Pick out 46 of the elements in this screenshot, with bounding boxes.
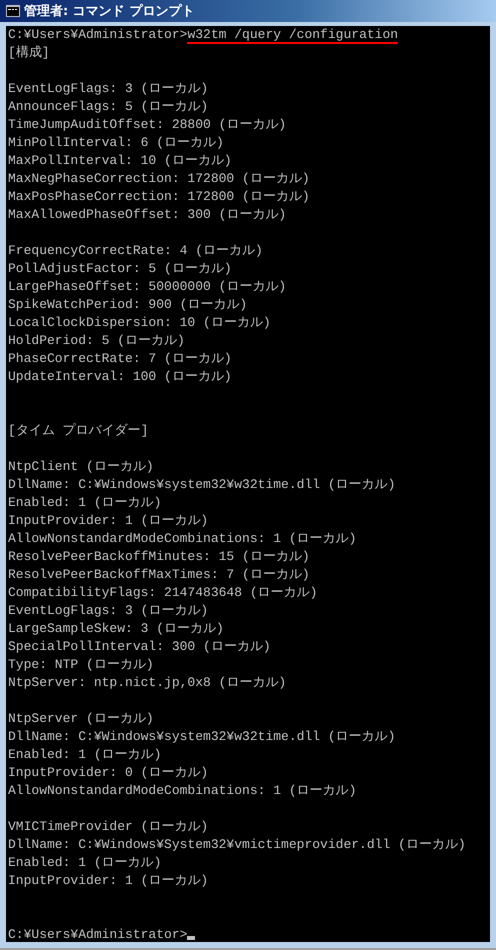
output-line: Enabled: 1 (ローカル)	[8, 495, 162, 510]
output-line: EventLogFlags: 3 (ローカル)	[8, 603, 208, 618]
output-line: MinPollInterval: 6 (ローカル)	[8, 135, 224, 150]
output-line: Enabled: 1 (ローカル)	[8, 855, 162, 870]
output-line: UpdateInterval: 100 (ローカル)	[8, 369, 232, 384]
output-line: TimeJumpAuditOffset: 28800 (ローカル)	[8, 117, 286, 132]
output-line: DllName: C:¥Windows¥system32¥w32time.dll (ローカル)	[8, 729, 396, 744]
output-line: AllowNonstandardModeCombinations: 1 (ローカル)	[8, 531, 356, 546]
output-line: DllName: C:¥Windows¥System32¥vmictimeprovider.dll (ローカル)	[8, 837, 466, 852]
output-line: Enabled: 1 (ローカル)	[8, 747, 162, 762]
output-line: VMICTimeProvider (ローカル)	[8, 819, 208, 834]
prompt-text: C:¥Users¥Administrator>	[8, 27, 188, 42]
output-line: InputProvider: 1 (ローカル)	[8, 873, 208, 888]
output-line: NtpServer: ntp.nict.jp,0x8 (ローカル)	[8, 675, 286, 690]
output-line: FrequencyCorrectRate: 4 (ローカル)	[8, 243, 263, 258]
output-line: LargeSampleSkew: 3 (ローカル)	[8, 621, 224, 636]
output-line: MaxPollInterval: 10 (ローカル)	[8, 153, 232, 168]
output-line: CompatibilityFlags: 2147483648 (ローカル)	[8, 585, 318, 600]
output-line: DllName: C:¥Windows¥system32¥w32time.dll (ローカル)	[8, 477, 396, 492]
output-line: MaxPosPhaseCorrection: 172800 (ローカル)	[8, 189, 310, 204]
output-line: EventLogFlags: 3 (ローカル)	[8, 81, 208, 96]
output-line: PollAdjustFactor: 5 (ローカル)	[8, 261, 232, 276]
output-line: NtpClient (ローカル)	[8, 459, 154, 474]
output-line: AnnounceFlags: 5 (ローカル)	[8, 99, 208, 114]
output-line: ResolvePeerBackoffMinutes: 15 (ローカル)	[8, 549, 310, 564]
output-line: SpikeWatchPeriod: 900 (ローカル)	[8, 297, 248, 312]
output-line: AllowNonstandardModeCombinations: 1 (ローカル)	[8, 783, 356, 798]
output-line: PhaseCorrectRate: 7 (ローカル)	[8, 351, 232, 366]
output-line: Type: NTP (ローカル)	[8, 657, 154, 672]
output-line: LocalClockDispersion: 10 (ローカル)	[8, 315, 271, 330]
output-line: [タイム プロバイダー]	[8, 423, 148, 438]
output-line: LargePhaseOffset: 50000000 (ローカル)	[8, 279, 286, 294]
output-line: MaxAllowedPhaseOffset: 300 (ローカル)	[8, 207, 286, 222]
output-line: NtpServer (ローカル)	[8, 711, 154, 726]
window-title: 管理者: コマンド プロンプト	[24, 2, 194, 20]
output-line: MaxNegPhaseCorrection: 172800 (ローカル)	[8, 171, 310, 186]
command-text: w32tm /query /configuration	[187, 27, 398, 44]
output-line: InputProvider: 1 (ローカル)	[8, 513, 208, 528]
cursor	[187, 936, 196, 940]
output-line: HoldPeriod: 5 (ローカル)	[8, 333, 185, 348]
output-line: InputProvider: 0 (ローカル)	[8, 765, 208, 780]
output-line: SpecialPollInterval: 300 (ローカル)	[8, 639, 271, 654]
prompt-text: C:¥Users¥Administrator>	[8, 927, 188, 942]
output-line: [構成]	[8, 45, 50, 60]
output-line: ResolvePeerBackoffMaxTimes: 7 (ローカル)	[8, 567, 310, 582]
console-icon	[6, 5, 20, 17]
